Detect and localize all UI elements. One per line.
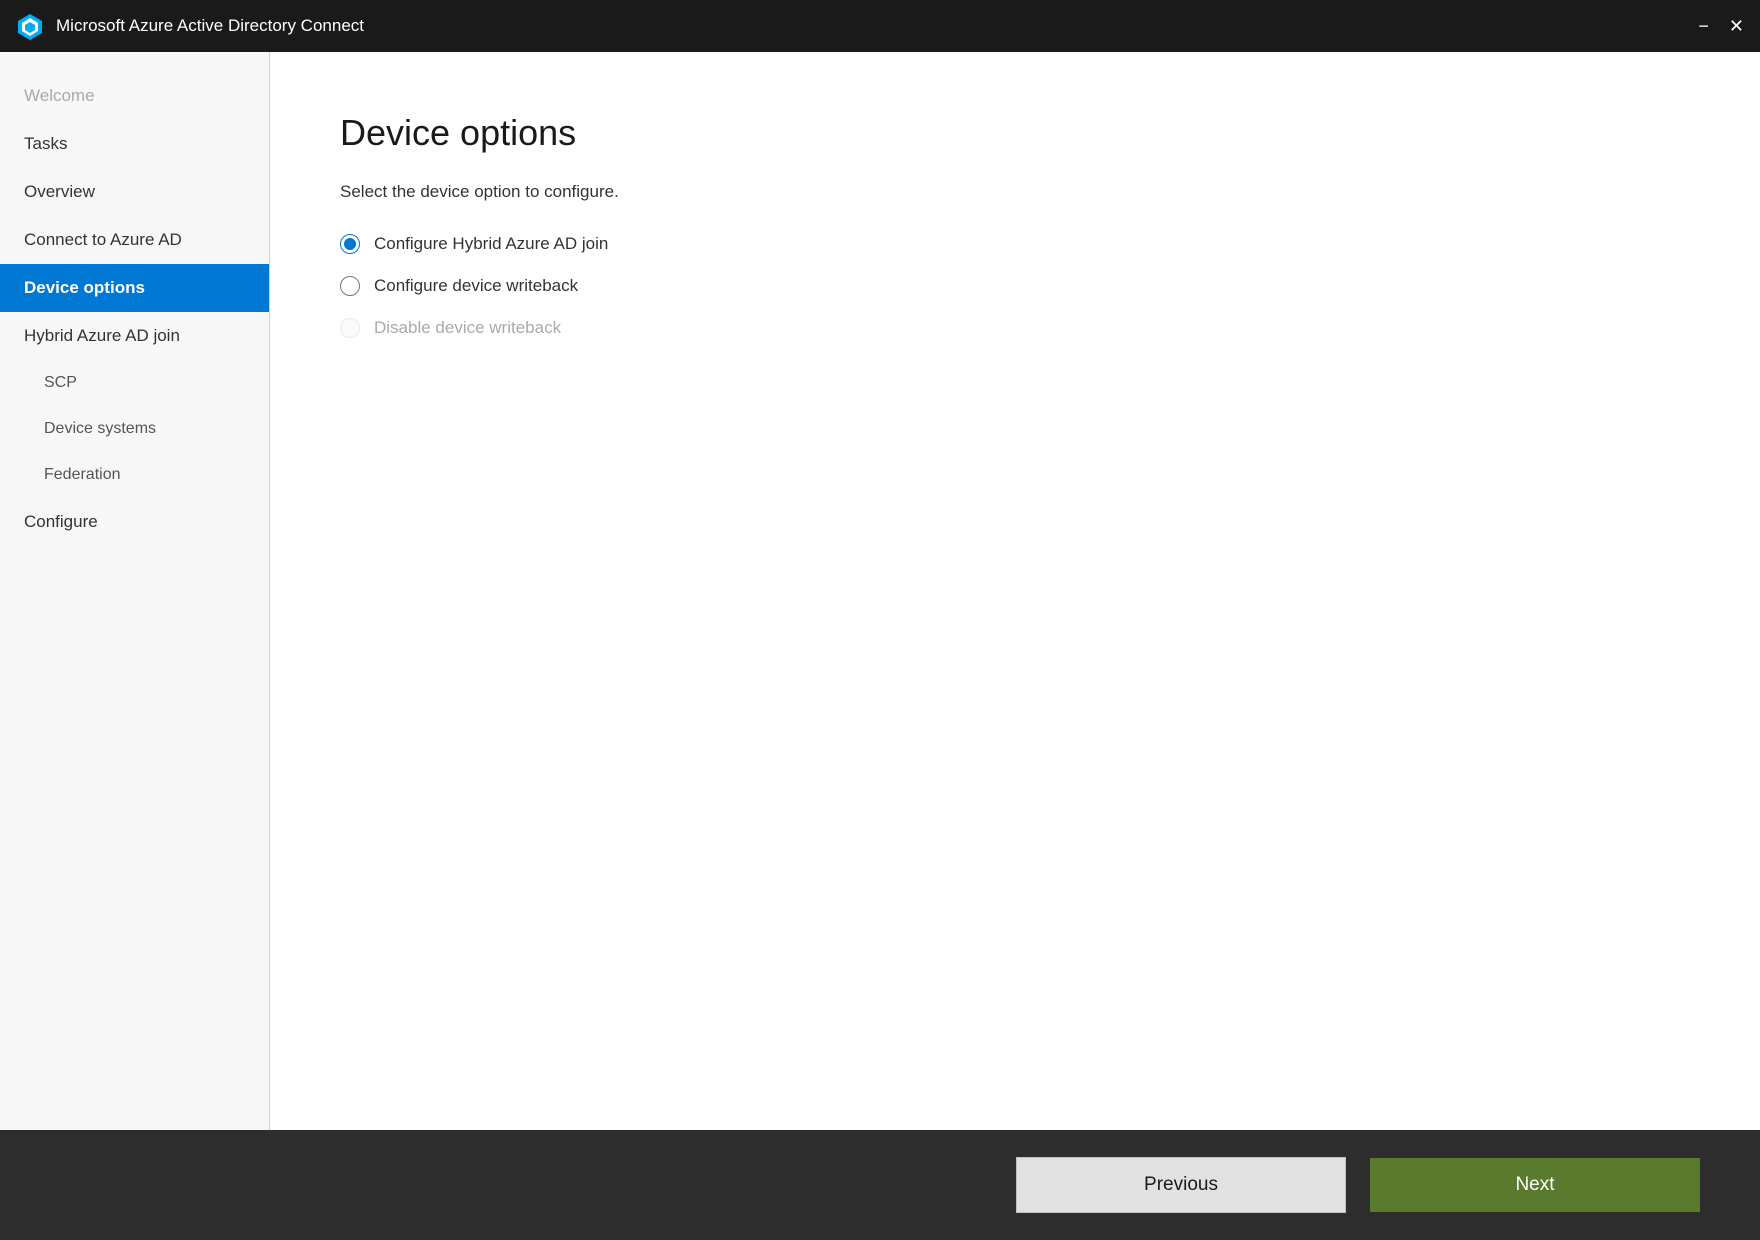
azure-ad-icon <box>16 12 44 40</box>
sidebar-item-welcome[interactable]: Welcome <box>0 72 269 120</box>
footer: Previous Next <box>0 1130 1760 1240</box>
main-panel: Device options Select the device option … <box>270 52 1760 1130</box>
close-button[interactable]: ✕ <box>1729 17 1744 35</box>
radio-device-writeback[interactable] <box>340 276 360 296</box>
sidebar-item-hybrid-azure-ad[interactable]: Hybrid Azure AD join <box>0 312 269 360</box>
sidebar-item-device-options[interactable]: Device options <box>0 264 269 312</box>
sidebar: Welcome Tasks Overview Connect to Azure … <box>0 52 270 1130</box>
sidebar-item-connect-azure-ad[interactable]: Connect to Azure AD <box>0 216 269 264</box>
options-list: Configure Hybrid Azure AD join Configure… <box>340 234 1690 338</box>
option-hybrid-join[interactable]: Configure Hybrid Azure AD join <box>340 234 1690 254</box>
sidebar-item-device-systems[interactable]: Device systems <box>0 406 269 452</box>
radio-hybrid-join[interactable] <box>340 234 360 254</box>
page-subtitle: Select the device option to configure. <box>340 182 1690 202</box>
option-device-writeback[interactable]: Configure device writeback <box>340 276 1690 296</box>
title-bar-title: Microsoft Azure Active Directory Connect <box>56 16 1698 36</box>
option-disable-writeback[interactable]: Disable device writeback <box>340 318 1690 338</box>
radio-disable-writeback[interactable] <box>340 318 360 338</box>
sidebar-item-overview[interactable]: Overview <box>0 168 269 216</box>
sidebar-item-tasks[interactable]: Tasks <box>0 120 269 168</box>
window-content: Welcome Tasks Overview Connect to Azure … <box>0 52 1760 1130</box>
previous-button[interactable]: Previous <box>1016 1157 1346 1213</box>
main-window: Welcome Tasks Overview Connect to Azure … <box>0 52 1760 1240</box>
sidebar-item-scp[interactable]: SCP <box>0 360 269 406</box>
sidebar-item-configure[interactable]: Configure <box>0 498 269 546</box>
title-bar: Microsoft Azure Active Directory Connect… <box>0 0 1760 52</box>
page-title: Device options <box>340 112 1690 154</box>
next-button[interactable]: Next <box>1370 1158 1700 1212</box>
minimize-button[interactable]: − <box>1698 17 1709 35</box>
sidebar-item-federation[interactable]: Federation <box>0 452 269 498</box>
title-bar-controls: − ✕ <box>1698 17 1744 35</box>
